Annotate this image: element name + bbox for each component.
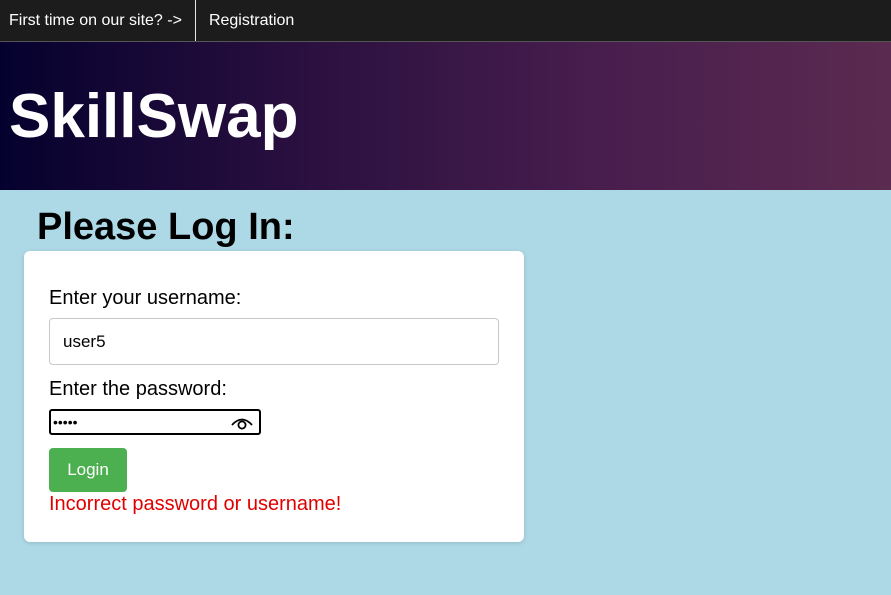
password-input[interactable] xyxy=(53,412,223,432)
username-input[interactable] xyxy=(49,318,499,365)
registration-link[interactable]: Registration xyxy=(196,0,307,41)
site-logo-title: SkillSwap xyxy=(9,82,299,151)
password-label: Enter the password: xyxy=(49,378,227,400)
top-navigation-bar: First time on our site? -> Registration xyxy=(0,0,891,42)
error-message: Incorrect password or username! xyxy=(49,493,342,515)
login-button[interactable]: Login xyxy=(49,448,127,492)
login-form: Enter your username: Enter the password:… xyxy=(24,251,524,542)
username-label: Enter your username: xyxy=(49,287,242,309)
page-title: Please Log In: xyxy=(37,206,295,248)
eye-icon[interactable] xyxy=(231,413,253,431)
header-banner: SkillSwap xyxy=(0,42,891,190)
registration-prompt: First time on our site? -> xyxy=(0,0,196,41)
password-field xyxy=(49,409,261,435)
